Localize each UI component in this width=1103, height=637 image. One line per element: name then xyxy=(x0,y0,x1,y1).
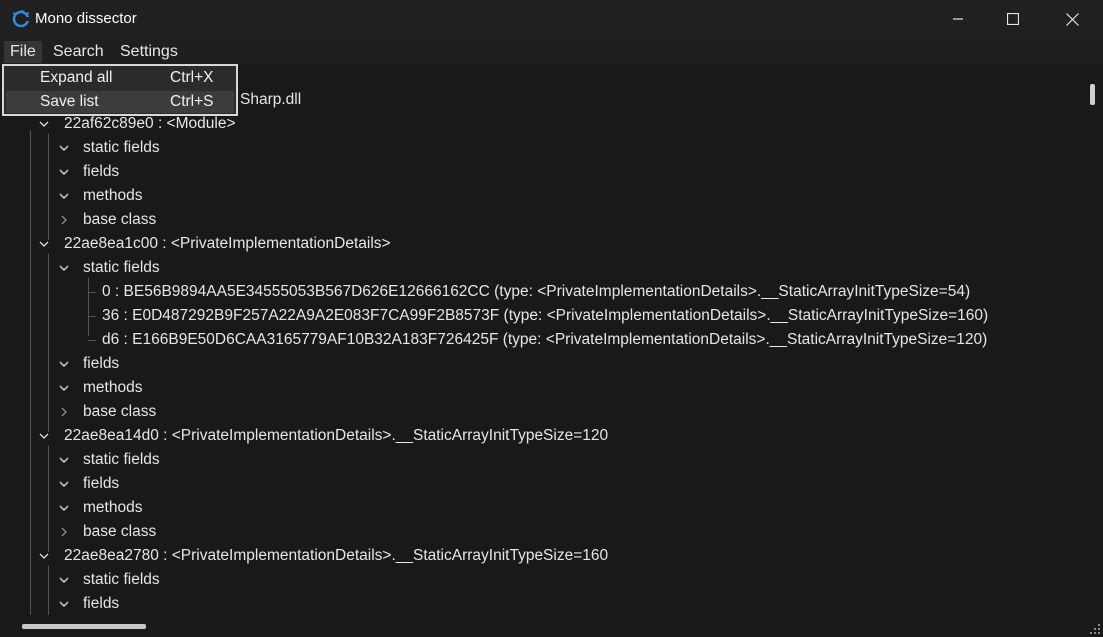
chevron-down-icon[interactable] xyxy=(58,358,70,370)
tree-row[interactable]: fields xyxy=(0,592,1082,615)
chevron-down-icon[interactable] xyxy=(38,238,50,250)
chevron-down-icon[interactable] xyxy=(58,598,70,610)
tree-row[interactable]: 0 : BE56B9894AA5E34555053B567D626E126661… xyxy=(0,280,1082,304)
chevron-down-icon[interactable] xyxy=(58,478,70,490)
tree-row-label: d6 : E166B9E50D6CAA3165779AF10B32A183F72… xyxy=(102,331,988,348)
resize-grip[interactable] xyxy=(1082,615,1103,637)
tree-row[interactable]: 22ae8ea2780 : <PrivateImplementationDeta… xyxy=(0,544,1082,568)
chevron-down-icon[interactable] xyxy=(38,550,50,562)
tree-row-label: 22ae8ea2780 : <PrivateImplementationDeta… xyxy=(64,547,609,564)
horizontal-scrollbar[interactable] xyxy=(0,615,1082,637)
tree-row[interactable]: methods xyxy=(0,496,1082,520)
menu-item-label: Save list xyxy=(40,93,99,110)
tree-row-label: static fields xyxy=(83,139,160,156)
tree-row[interactable]: fields xyxy=(0,352,1082,376)
chevron-down-icon[interactable] xyxy=(58,502,70,514)
tree-row-label: fields xyxy=(83,475,120,492)
menu-settings[interactable]: Settings xyxy=(114,41,184,63)
app-logo-icon xyxy=(12,10,30,28)
chevron-down-icon[interactable] xyxy=(58,574,70,586)
tree-row-label: 22ae8ea1c00 : <PrivateImplementationDeta… xyxy=(64,235,391,252)
menu-search[interactable]: Search xyxy=(47,41,110,63)
tree-row-label: 0 : BE56B9894AA5E34555053B567D626E126661… xyxy=(102,283,971,300)
tree-row-label: 36 : E0D487292B9F257A22A9A2E083F7CA99F2B… xyxy=(102,307,989,324)
tree-row[interactable]: static fields xyxy=(0,568,1082,592)
title-bar: Mono dissector xyxy=(0,0,1103,38)
close-button[interactable] xyxy=(1043,0,1101,38)
chevron-down-icon[interactable] xyxy=(38,430,50,442)
tree-row-label: methods xyxy=(83,379,143,396)
file-menu-dropdown: Expand all Ctrl+X Save list Ctrl+S xyxy=(2,64,238,116)
tree-row[interactable]: d6 : E166B9E50D6CAA3165779AF10B32A183F72… xyxy=(0,328,1082,352)
tree-row-label: static fields xyxy=(83,259,160,276)
chevron-down-icon[interactable] xyxy=(58,262,70,274)
vertical-scroll-thumb[interactable] xyxy=(1090,84,1095,105)
minimize-icon xyxy=(953,18,963,20)
tree-row-label: static fields xyxy=(83,451,160,468)
chevron-down-icon[interactable] xyxy=(58,454,70,466)
tree-row-label: methods xyxy=(83,187,143,204)
tree-row[interactable]: fields xyxy=(0,472,1082,496)
maximize-button[interactable] xyxy=(984,0,1042,38)
tree-row[interactable]: 22ae8ea14d0 : <PrivateImplementationDeta… xyxy=(0,424,1082,448)
menu-bar: File Search Settings xyxy=(0,38,1103,64)
tree-row[interactable]: static fields xyxy=(0,448,1082,472)
tree-row[interactable]: static fields xyxy=(0,136,1082,160)
tree-row[interactable]: base class xyxy=(0,208,1082,232)
horizontal-scroll-thumb[interactable] xyxy=(22,624,146,629)
tree-view[interactable]: Sharp.dll 22af62c89e0 : <Module> static fi… xyxy=(0,64,1082,615)
tree-row-label: fields xyxy=(83,163,120,180)
tree-row[interactable]: base class xyxy=(0,520,1082,544)
chevron-right-icon[interactable] xyxy=(58,526,70,538)
tree-row[interactable]: methods xyxy=(0,376,1082,400)
tree-row-label: 22ae8ea14d0 : <PrivateImplementationDeta… xyxy=(64,427,609,444)
tree-row-label: methods xyxy=(83,499,143,516)
tree-row-label: base class xyxy=(83,211,157,228)
tree-row[interactable]: methods xyxy=(0,184,1082,208)
chevron-down-icon[interactable] xyxy=(58,382,70,394)
resize-grip-icon xyxy=(1090,624,1100,634)
menu-item-expand-all[interactable]: Expand all Ctrl+X xyxy=(6,67,234,89)
window-title: Mono dissector xyxy=(35,10,137,27)
menu-item-shortcut: Ctrl+S xyxy=(170,93,214,110)
tree-row[interactable]: 36 : E0D487292B9F257A22A9A2E083F7CA99F2B… xyxy=(0,304,1082,328)
menu-item-shortcut: Ctrl+X xyxy=(170,69,214,86)
tree-row-label: fields xyxy=(83,355,120,372)
menu-item-save-list[interactable]: Save list Ctrl+S xyxy=(6,91,234,113)
chevron-right-icon[interactable] xyxy=(58,406,70,418)
tree-row-label: Sharp.dll xyxy=(240,91,302,108)
close-icon xyxy=(1065,12,1079,26)
chevron-down-icon[interactable] xyxy=(38,118,50,130)
tree-row[interactable]: 22ae8ea1c00 : <PrivateImplementationDeta… xyxy=(0,232,1082,256)
tree-row-label: base class xyxy=(83,403,157,420)
chevron-right-icon[interactable] xyxy=(58,214,70,226)
tree-row[interactable]: fields xyxy=(0,160,1082,184)
menu-item-label: Expand all xyxy=(40,69,113,86)
chevron-down-icon[interactable] xyxy=(58,142,70,154)
chevron-down-icon[interactable] xyxy=(58,166,70,178)
maximize-icon xyxy=(1007,13,1019,25)
vertical-scrollbar[interactable] xyxy=(1082,64,1103,615)
tree-row[interactable]: base class xyxy=(0,400,1082,424)
menu-file[interactable]: File xyxy=(4,41,42,63)
tree-row-label: base class xyxy=(83,523,157,540)
tree-row-label: fields xyxy=(83,595,120,612)
tree-row-label: static fields xyxy=(83,571,160,588)
tree-row[interactable]: static fields xyxy=(0,256,1082,280)
chevron-down-icon[interactable] xyxy=(58,190,70,202)
minimize-button[interactable] xyxy=(929,0,987,38)
